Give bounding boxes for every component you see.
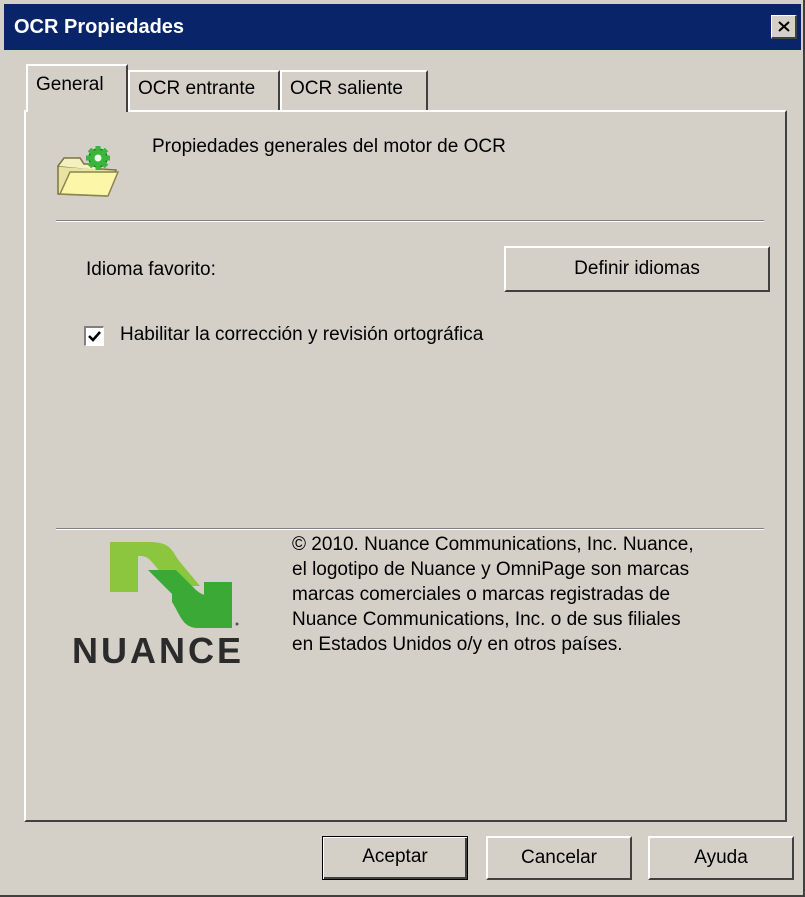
spellcheck-label: Habilitar la corrección y revisión ortog… bbox=[120, 324, 484, 345]
tab-general[interactable]: General bbox=[26, 64, 128, 112]
define-languages-button[interactable]: Definir idiomas bbox=[504, 246, 770, 292]
copyright-notice: © 2010. Nuance Communications, Inc. Nuan… bbox=[292, 532, 772, 657]
favorite-language-label: Idioma favorito: bbox=[86, 259, 216, 280]
close-icon bbox=[778, 21, 790, 32]
tab-ocr-saliente[interactable]: OCR saliente bbox=[280, 70, 428, 110]
copyright-line: el logotipo de Nuance y OmniPage son mar… bbox=[292, 559, 690, 580]
title-bar[interactable]: OCR Propiedades bbox=[4, 4, 801, 50]
tab-ocr-saliente-label: OCR saliente bbox=[290, 78, 403, 99]
cancel-button[interactable]: Cancelar bbox=[486, 836, 632, 880]
folder-gear-icon bbox=[57, 146, 120, 197]
panel-header-text: Propiedades generales del motor de OCR bbox=[152, 136, 506, 157]
nuance-logo bbox=[110, 542, 239, 628]
ocr-properties-dialog: OCR Propiedades General OCR entrante OCR… bbox=[0, 0, 805, 897]
bottom-separator bbox=[56, 528, 764, 530]
ok-button[interactable]: Aceptar bbox=[322, 836, 468, 880]
general-tab-panel: Propiedades generales del motor de OCR I… bbox=[24, 110, 787, 822]
copyright-line: © 2010. Nuance Communications, Inc. Nuan… bbox=[292, 534, 694, 555]
top-separator bbox=[56, 220, 764, 222]
tab-ocr-entrante-label: OCR entrante bbox=[138, 78, 256, 99]
copyright-line: Nuance Communications, Inc. o de sus fil… bbox=[292, 609, 681, 630]
nuance-logo-text: NUANCE bbox=[72, 630, 245, 671]
window-title: OCR Propiedades bbox=[14, 16, 185, 38]
copyright-line: en Estados Unidos o/y en otros países. bbox=[292, 634, 623, 655]
copyright-line: marcas comerciales o marcas registradas … bbox=[292, 584, 671, 605]
tab-ocr-entrante[interactable]: OCR entrante bbox=[128, 70, 280, 110]
help-button[interactable]: Ayuda bbox=[648, 836, 794, 880]
tab-general-label: General bbox=[36, 74, 104, 95]
checkmark-icon bbox=[88, 331, 101, 342]
spellcheck-checkbox[interactable] bbox=[84, 326, 104, 346]
close-button[interactable] bbox=[771, 15, 797, 39]
